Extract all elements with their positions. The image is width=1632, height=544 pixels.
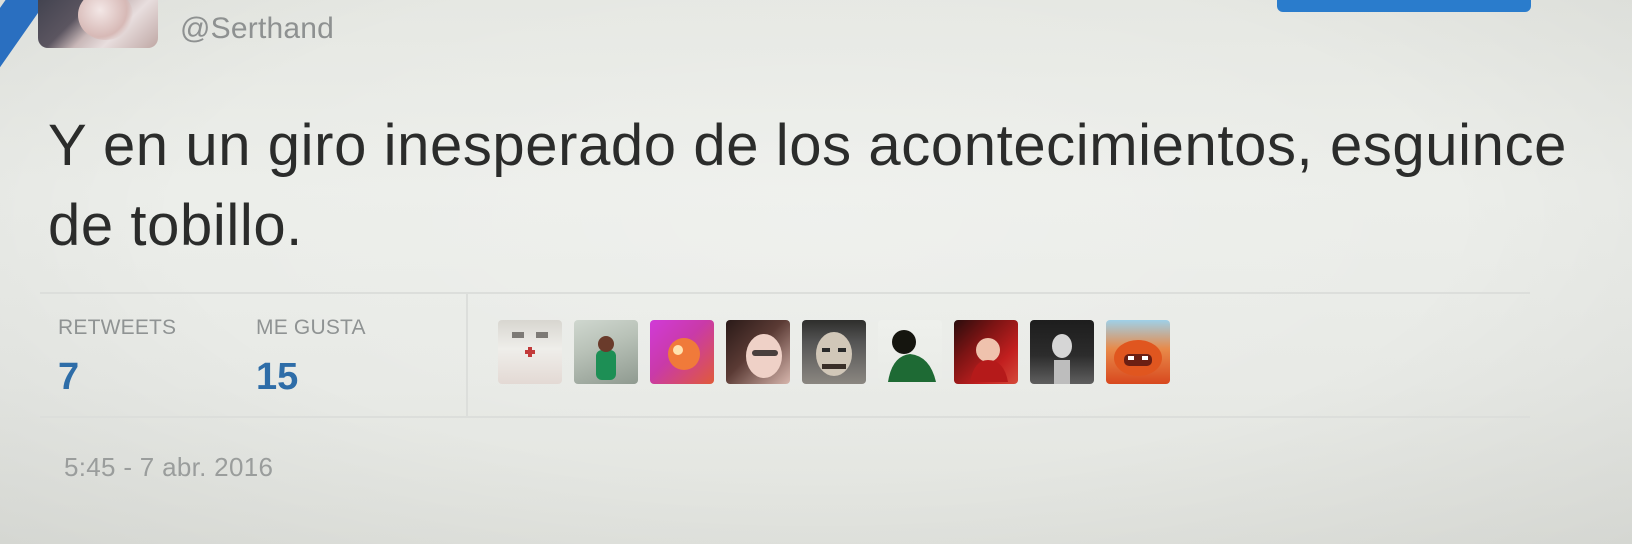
retweets-stat[interactable]: RETWEETS 7 — [58, 316, 176, 399]
liker-avatar[interactable] — [726, 320, 790, 384]
avatar-face — [78, 0, 133, 40]
liker-avatar[interactable] — [650, 320, 714, 384]
liker-avatar[interactable] — [1106, 320, 1170, 384]
stats-divider — [466, 294, 468, 416]
likes-label: ME GUSTA — [256, 316, 366, 339]
user-handle[interactable]: @Serthand — [180, 12, 334, 46]
liker-avatar[interactable] — [954, 320, 1018, 384]
follow-button[interactable] — [1277, 0, 1531, 12]
tweet-timestamp[interactable]: 5:45 - 7 abr. 2016 — [64, 452, 273, 483]
likes-stat[interactable]: ME GUSTA 15 — [256, 316, 366, 399]
tweet-stats: RETWEETS 7 ME GUSTA 15 — [40, 292, 1530, 418]
corner-ribbon-label — [0, 0, 40, 48]
liker-avatar[interactable] — [498, 320, 562, 384]
liker-avatar[interactable] — [1030, 320, 1094, 384]
avatar[interactable] — [38, 0, 158, 48]
liker-avatar[interactable] — [802, 320, 866, 384]
retweets-count: 7 — [58, 356, 80, 398]
tweet-text: Y en un giro inesperado de los acontecim… — [48, 113, 1567, 258]
liker-avatar[interactable] — [574, 320, 638, 384]
retweets-label: RETWEETS — [58, 316, 177, 339]
likes-count: 15 — [256, 356, 299, 398]
liker-avatar[interactable] — [878, 320, 942, 384]
